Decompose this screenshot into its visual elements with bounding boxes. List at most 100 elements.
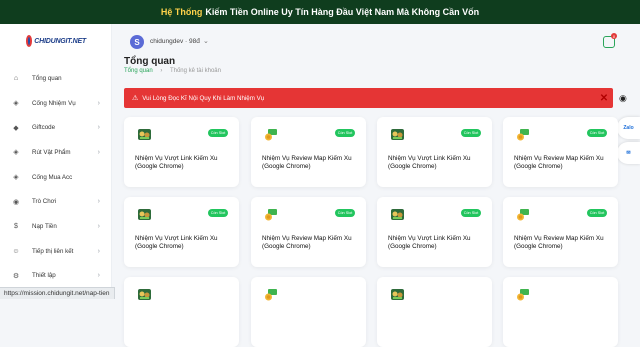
eye-icon[interactable]: ◉ — [619, 93, 627, 104]
sidebar-item-label: Nạp Tiền — [32, 222, 57, 230]
sidebar-item[interactable]: ⌂ Tổng quan — [0, 66, 112, 91]
sidebar-item[interactable]: $ Nạp Tiền › — [0, 214, 112, 239]
alert-text: Vui Lòng Đọc Kĩ Nội Quy Khi Làm Nhiệm Vụ — [142, 94, 265, 102]
task-card[interactable]: Còn Slot Nhiệm Vụ Vượt Link Kiếm Xu (Goog… — [377, 197, 492, 267]
box-icon: ◈ — [13, 174, 19, 182]
breadcrumb-home[interactable]: Tổng quan — [124, 68, 153, 74]
task-card[interactable]: Còn Slot Nhiệm Vụ Vượt Link Kiếm Xu (Goog… — [124, 197, 239, 267]
zalo-widget[interactable]: Zalo — [617, 117, 640, 139]
breadcrumb-current: Thống kê tài khoản — [169, 68, 221, 74]
sidebar-item[interactable]: ◉ Trò Chơi › — [0, 189, 112, 214]
task-card[interactable] — [377, 277, 492, 347]
game-thumb-icon — [390, 207, 405, 222]
task-card[interactable]: Còn Slot Nhiệm Vụ Review Map Kiếm Xu (Goo… — [503, 197, 618, 267]
status-badge: Còn Slot — [335, 129, 355, 137]
task-card[interactable]: Còn Slot Nhiệm Vụ Review Map Kiếm Xu (Goo… — [503, 117, 618, 187]
money-hand-icon — [264, 207, 279, 222]
status-badge: Còn Slot — [587, 129, 607, 137]
task-card[interactable]: Còn Slot Nhiệm Vụ Review Map Kiếm Xu (Goo… — [251, 197, 366, 267]
gamepad-icon: ◉ — [12, 198, 20, 206]
money-hand-icon — [264, 287, 279, 302]
username[interactable]: chidungdev · 98đ — [150, 38, 200, 45]
rules-alert: ⚠ Vui Lòng Đọc Kĩ Nội Quy Khi Làm Nhiệm … — [124, 88, 613, 108]
top-banner: Hệ Thống Kiếm Tiền Online Uy Tín Hàng Đầ… — [0, 0, 640, 24]
status-badge: Còn Slot — [461, 129, 481, 137]
sidebar-item[interactable]: ⚙ Thiết lập › — [0, 264, 112, 289]
status-badge: Còn Slot — [208, 129, 228, 137]
settings-icon: ⚙ — [12, 272, 20, 280]
task-title: Nhiệm Vụ Vượt Link Kiếm Xu (Google Chrom… — [135, 155, 218, 170]
sidebar-item[interactable]: ◈ Rút Vật Phẩm › — [0, 140, 112, 165]
page-title: Tổng quan — [124, 56, 176, 67]
box-icon: ◈ — [13, 100, 19, 108]
chevron-right-icon: › — [97, 148, 100, 156]
task-title: Nhiệm Vụ Review Map Kiếm Xu (Google Chro… — [514, 235, 604, 250]
task-card[interactable]: Còn Slot Nhiệm Vụ Vượt Link Kiếm Xu (Goog… — [377, 117, 492, 187]
dollar-icon: $ — [14, 222, 18, 230]
sidebar-item-label: Tổng quan — [32, 74, 62, 82]
sidebar-item-label: Rút Vật Phẩm — [32, 148, 71, 156]
sidebar-item[interactable]: ◈ Cống Nhiệm Vụ › — [0, 91, 112, 116]
alert-icon: ⚠ — [132, 95, 139, 102]
task-card[interactable] — [124, 277, 239, 347]
users-icon: ☺ — [12, 247, 20, 255]
sidebar-item-label: Giftcode — [32, 124, 56, 132]
task-title: Nhiệm Vụ Review Map Kiếm Xu (Google Chro… — [262, 235, 352, 250]
task-title: Nhiệm Vụ Vượt Link Kiếm Xu (Google Chrom… — [388, 235, 471, 250]
logo-badge-icon — [26, 35, 33, 47]
breadcrumb-separator-icon: › — [160, 68, 163, 74]
chevron-down-icon[interactable]: ⌄ — [203, 37, 209, 45]
sidebar-item-label: Cống Mua Acc — [32, 173, 73, 181]
task-card[interactable] — [251, 277, 366, 347]
status-badge: Còn Slot — [335, 209, 355, 217]
home-icon: ⌂ — [13, 74, 19, 82]
sidebar-item[interactable]: ☺ Tiếp thị liên kết › — [0, 239, 112, 264]
banner-text: Kiếm Tiền Online Uy Tín Hàng Đầu Việt Na… — [205, 7, 480, 17]
game-thumb-icon — [390, 127, 405, 142]
game-thumb-icon — [390, 287, 405, 302]
close-icon[interactable]: ✕ — [598, 92, 610, 104]
status-badge: Còn Slot — [208, 209, 228, 217]
money-hand-icon — [516, 287, 531, 302]
status-badge: Còn Slot — [461, 209, 481, 217]
sidebar: CHIDUNGIT.NET ⌂ Tổng quan ◈ Cống Nhiệm Vụ › ◆… — [0, 24, 112, 299]
avatar[interactable]: S — [130, 35, 144, 49]
game-thumb-icon — [137, 207, 152, 222]
sidebar-item[interactable]: ◈ Cống Mua Acc — [0, 165, 112, 190]
sidebar-item[interactable]: ◆ Giftcode › — [0, 115, 112, 140]
sidebar-item-label: Tiếp thị liên kết — [32, 247, 74, 255]
game-thumb-icon — [137, 127, 152, 142]
task-card[interactable]: Còn Slot Nhiệm Vụ Review Map Kiếm Xu (Goo… — [251, 117, 366, 187]
chevron-right-icon: › — [97, 247, 100, 255]
banner-accent: Hệ Thống — [160, 7, 203, 17]
notification-badge: 0 — [611, 33, 617, 39]
game-thumb-icon — [137, 287, 152, 302]
logo-text: CHIDUNGIT.NET — [34, 37, 86, 45]
task-card[interactable]: Còn Slot Nhiệm Vụ Vượt Link Kiếm Xu (Goog… — [124, 117, 239, 187]
chevron-right-icon: › — [97, 198, 100, 206]
task-title: Nhiệm Vụ Review Map Kiếm Xu (Google Chro… — [262, 155, 352, 170]
sidebar-item-label: Trò Chơi — [32, 198, 57, 206]
money-hand-icon — [264, 127, 279, 142]
money-hand-icon — [516, 207, 531, 222]
sidebar-item-label: Thiết lập — [32, 272, 56, 280]
money-hand-icon — [516, 127, 531, 142]
zalo-label: Zalo — [623, 125, 634, 131]
task-title: Nhiệm Vụ Vượt Link Kiếm Xu (Google Chrom… — [388, 155, 471, 170]
top-header: S chidungdev · 98đ ⌄ 0 — [112, 24, 640, 58]
sidebar-item-label: Cống Nhiệm Vụ — [32, 99, 76, 107]
status-bar-url: https://mission.chidungit.net/nap-tien — [0, 287, 115, 299]
chevron-right-icon: › — [97, 124, 100, 132]
messenger-widget-icon[interactable]: ✉ — [617, 142, 640, 164]
gift-icon: ◆ — [13, 124, 19, 132]
sidebar-nav: ⌂ Tổng quan ◈ Cống Nhiệm Vụ › ◆ Giftcode › ◈ Rút … — [0, 66, 112, 288]
box-icon: ◈ — [13, 149, 19, 157]
site-logo[interactable]: CHIDUNGIT.NET — [26, 34, 86, 48]
breadcrumb: Tổng quan › Thống kê tài khoản — [124, 68, 221, 74]
status-badge: Còn Slot — [587, 209, 607, 217]
chevron-right-icon: › — [97, 222, 100, 230]
task-card[interactable] — [503, 277, 618, 347]
chevron-right-icon: › — [97, 272, 100, 280]
chevron-right-icon: › — [97, 99, 100, 107]
task-title: Nhiệm Vụ Review Map Kiếm Xu (Google Chro… — [514, 155, 604, 170]
